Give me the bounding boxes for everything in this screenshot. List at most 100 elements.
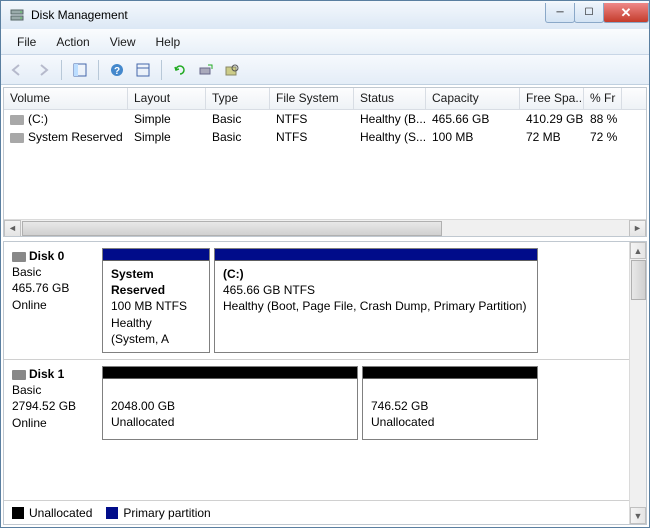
disk-mgmt-icon [9, 7, 25, 23]
disk-size: 2794.52 GB [12, 398, 94, 414]
volume-icon [10, 115, 24, 125]
scroll-down-button[interactable]: ▼ [630, 507, 646, 524]
partition[interactable]: System Reserved 100 MB NTFS Healthy (Sys… [102, 248, 210, 353]
volume-row[interactable]: (C:) Simple Basic NTFS Healthy (B... 465… [4, 110, 646, 128]
partition-status: Healthy (Boot, Page File, Crash Dump, Pr… [223, 298, 529, 314]
show-hide-console-button[interactable] [68, 58, 92, 82]
properties-icon [135, 62, 151, 78]
legend: Unallocated Primary partition [4, 500, 629, 524]
volume-fs: NTFS [270, 111, 354, 127]
volume-pctfree: 72 % [584, 129, 622, 145]
disk-graphical-panel: Disk 0 Basic 465.76 GB Online System Res… [3, 241, 647, 525]
legend-swatch-unallocated [12, 507, 24, 519]
settings-button[interactable] [220, 58, 244, 82]
partition[interactable]: 746.52 GB Unallocated [362, 366, 538, 440]
disk-type: Basic [12, 264, 94, 280]
toolbar-separator [98, 60, 99, 80]
disk-size: 465.76 GB [12, 280, 94, 296]
col-pct-free[interactable]: % Fr [584, 88, 622, 109]
volume-capacity: 100 MB [426, 129, 520, 145]
legend-swatch-primary [106, 507, 118, 519]
scroll-left-button[interactable]: ◄ [4, 220, 21, 237]
window-title: Disk Management [31, 8, 546, 22]
scroll-v-thumb[interactable] [631, 260, 646, 300]
arrow-right-icon [35, 62, 51, 78]
partition[interactable]: 2048.00 GB Unallocated [102, 366, 358, 440]
content-area: Volume Layout Type File System Status Ca… [1, 85, 649, 527]
partition[interactable]: (C:) 465.66 GB NTFS Healthy (Boot, Page … [214, 248, 538, 353]
disk-icon [12, 252, 26, 262]
scroll-h-thumb[interactable] [22, 221, 442, 236]
partition-body: 746.52 GB Unallocated [363, 379, 537, 439]
properties-button[interactable] [131, 58, 155, 82]
partition-body: 2048.00 GB Unallocated [103, 379, 357, 439]
close-button[interactable]: ✕ [603, 3, 649, 23]
refresh-button[interactable] [168, 58, 192, 82]
back-button[interactable] [5, 58, 29, 82]
disk-row: Disk 0 Basic 465.76 GB Online System Res… [4, 242, 646, 360]
volume-list: Volume Layout Type File System Status Ca… [3, 87, 647, 237]
col-status[interactable]: Status [354, 88, 426, 109]
disk-icon [12, 370, 26, 380]
console-tree-icon [72, 62, 88, 78]
volume-icon [10, 133, 24, 143]
menu-help[interactable]: Help [146, 32, 191, 52]
refresh-icon [172, 62, 188, 78]
svg-text:?: ? [114, 66, 120, 77]
forward-button[interactable] [31, 58, 55, 82]
arrow-left-icon [9, 62, 25, 78]
volume-type: Basic [206, 129, 270, 145]
rescan-disks-button[interactable] [194, 58, 218, 82]
col-filesystem[interactable]: File System [270, 88, 354, 109]
menu-view[interactable]: View [100, 32, 146, 52]
volume-capacity: 465.66 GB [426, 111, 520, 127]
legend-unallocated: Unallocated [12, 506, 92, 520]
volume-status: Healthy (S... [354, 129, 426, 145]
disk-info[interactable]: Disk 0 Basic 465.76 GB Online [4, 242, 102, 359]
menu-action[interactable]: Action [46, 32, 99, 52]
legend-primary: Primary partition [106, 506, 210, 520]
window-controls: ─ ☐ ✕ [546, 3, 649, 23]
col-capacity[interactable]: Capacity [426, 88, 520, 109]
volume-free: 72 MB [520, 129, 584, 145]
menu-file[interactable]: File [7, 32, 46, 52]
partition-status: Unallocated [371, 414, 529, 430]
partition-title: System Reserved [111, 266, 201, 298]
partition-size: 746.52 GB [371, 398, 529, 414]
titlebar[interactable]: Disk Management ─ ☐ ✕ [1, 1, 649, 29]
partition-status: Healthy (System, A [111, 315, 201, 347]
volume-free: 410.29 GB [520, 111, 584, 127]
disk-management-window: Disk Management ─ ☐ ✕ File Action View H… [0, 0, 650, 528]
disk-name: Disk 1 [12, 366, 94, 382]
scroll-right-button[interactable]: ► [629, 220, 646, 237]
volume-layout: Simple [128, 129, 206, 145]
partition-body: (C:) 465.66 GB NTFS Healthy (Boot, Page … [215, 261, 537, 352]
disk-info[interactable]: Disk 1 Basic 2794.52 GB Online [4, 360, 102, 446]
toolbar-separator [161, 60, 162, 80]
col-layout[interactable]: Layout [128, 88, 206, 109]
disk-partitions: System Reserved 100 MB NTFS Healthy (Sys… [102, 242, 629, 359]
maximize-button[interactable]: ☐ [574, 3, 604, 23]
menubar: File Action View Help [1, 29, 649, 55]
col-volume[interactable]: Volume [4, 88, 128, 109]
rescan-icon [198, 62, 214, 78]
volume-row[interactable]: System Reserved Simple Basic NTFS Health… [4, 128, 646, 146]
disk-status: Online [12, 415, 94, 431]
partition-size: 2048.00 GB [111, 398, 349, 414]
col-free-space[interactable]: Free Spa... [520, 88, 584, 109]
partition-size: 465.66 GB NTFS [223, 282, 529, 298]
help-button[interactable]: ? [105, 58, 129, 82]
scroll-up-button[interactable]: ▲ [630, 242, 646, 259]
col-type[interactable]: Type [206, 88, 270, 109]
minimize-button[interactable]: ─ [545, 3, 575, 23]
partition-status: Unallocated [111, 414, 349, 430]
disk-panel-vscroll[interactable]: ▲ ▼ [629, 242, 646, 524]
volume-list-hscroll[interactable]: ◄ ► [4, 219, 646, 236]
volume-name: (C:) [4, 111, 128, 127]
volume-fs: NTFS [270, 129, 354, 145]
disk-type: Basic [12, 382, 94, 398]
help-icon: ? [109, 62, 125, 78]
partition-body: System Reserved 100 MB NTFS Healthy (Sys… [103, 261, 209, 352]
volume-layout: Simple [128, 111, 206, 127]
partition-color-bar [363, 367, 537, 379]
